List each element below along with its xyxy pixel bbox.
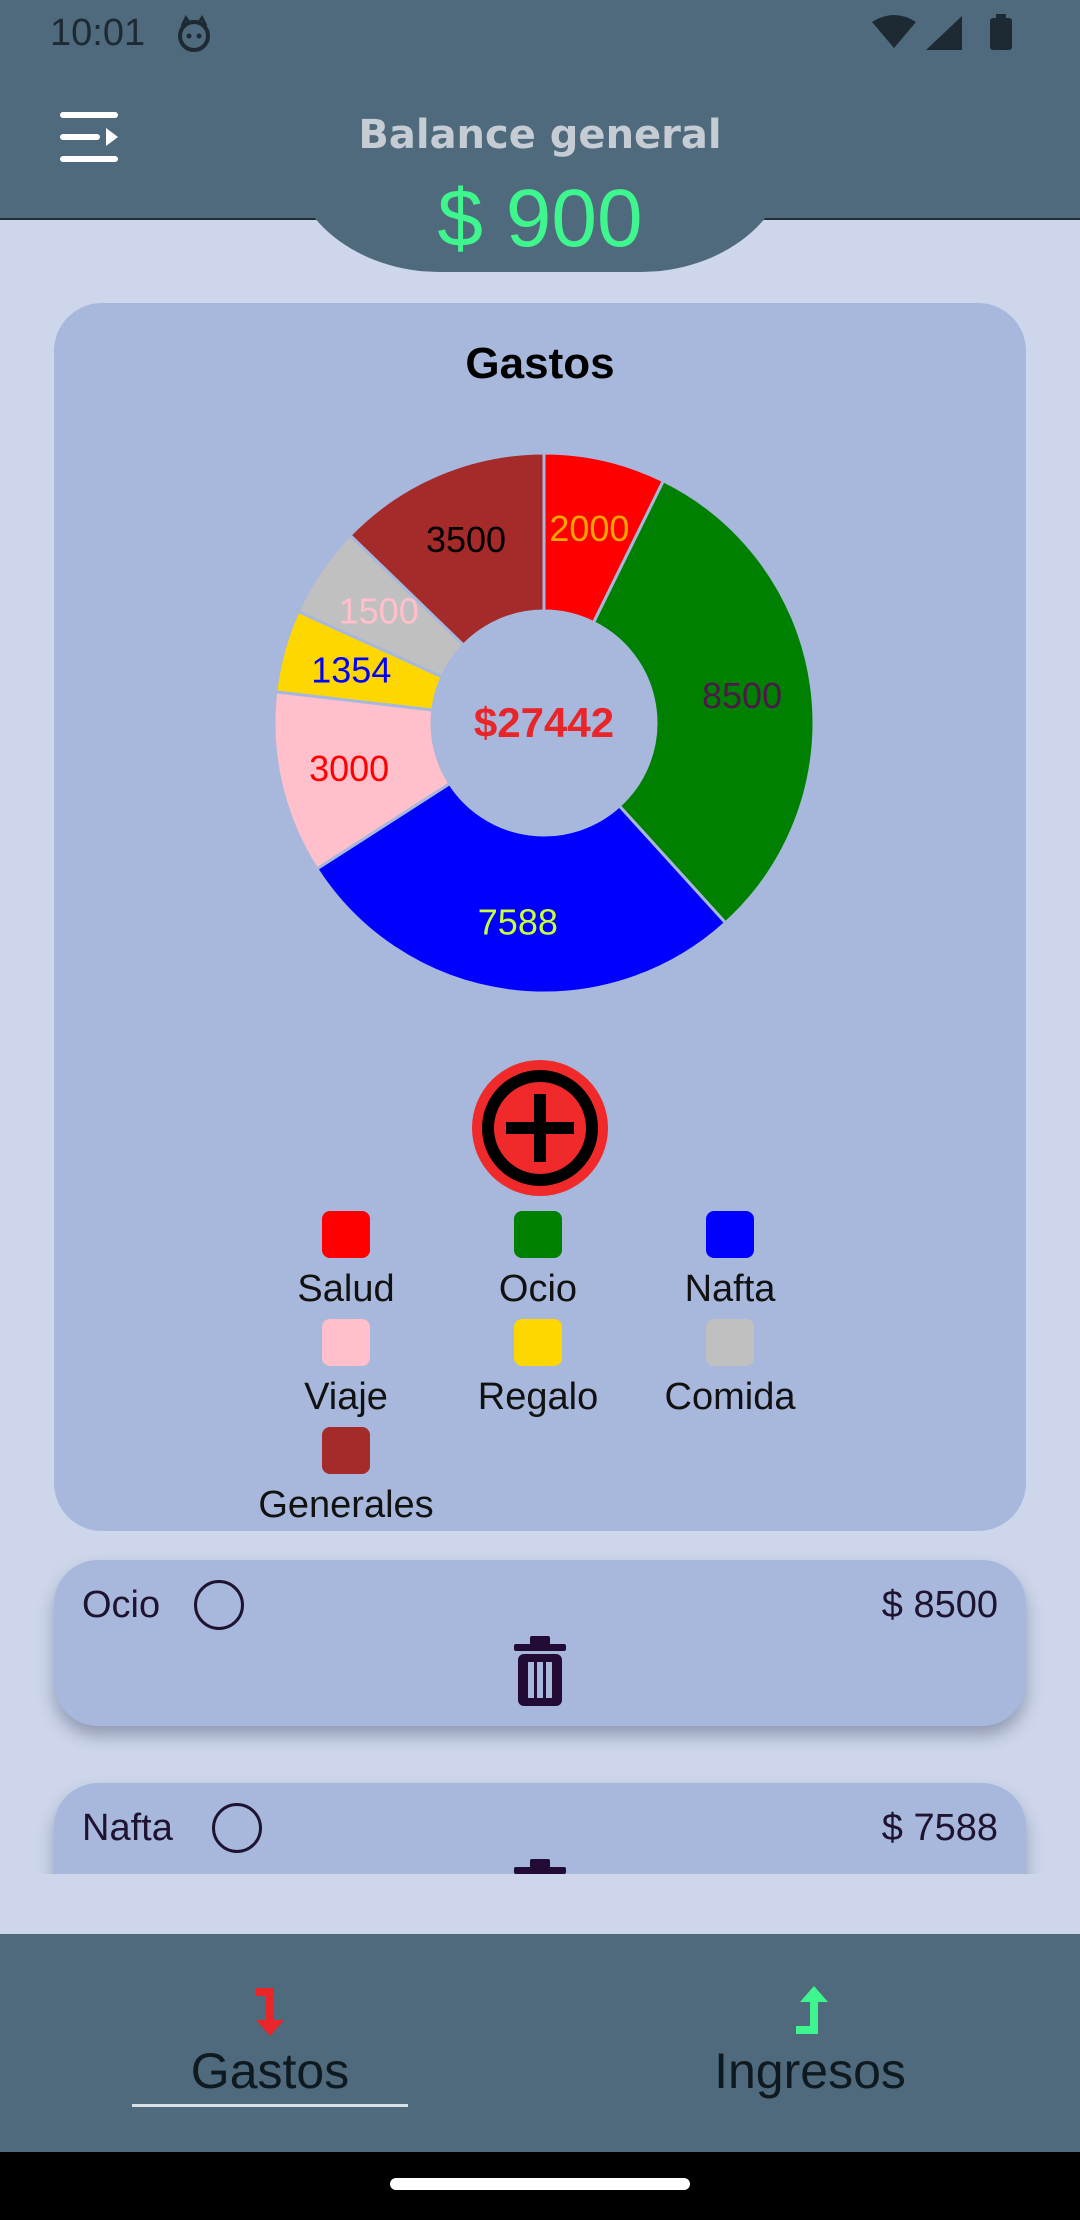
legend-item: Viaje [250, 1319, 442, 1419]
expense-amount: $ 8500 [881, 1584, 998, 1626]
slice-value-label: 2000 [549, 508, 629, 549]
slice-value-label: 3500 [426, 519, 506, 560]
expense-row[interactable]: Nafta $ 7588 [54, 1783, 1026, 1874]
legend-item: Generales [250, 1427, 442, 1527]
legend-item: Regalo [442, 1319, 634, 1419]
card-title: Gastos [465, 339, 615, 388]
expenses-donut-chart[interactable]: 2000 8500 7588 3000 1354 15003500 $27442 [264, 443, 824, 1003]
delete-icon[interactable] [510, 1859, 570, 1874]
arrow-up-icon [796, 1986, 828, 2034]
tab-gastos-label: Gastos [190, 2043, 350, 2099]
legend-swatch [706, 1211, 754, 1258]
legend-swatch [514, 1319, 562, 1366]
tab-gastos[interactable]: Gastos [0, 1934, 540, 2152]
system-status-icons [872, 14, 1012, 50]
legend-label: Viaje [304, 1376, 388, 1418]
legend-swatch [706, 1319, 754, 1366]
slice-value-label: 7588 [478, 901, 558, 942]
gesture-bar [0, 2152, 1080, 2220]
expense-list: Ocio $ 8500 Nafta $ 7588 [0, 1540, 1080, 1874]
legend-swatch [322, 1319, 370, 1366]
arrow-down-icon [256, 1988, 284, 2036]
legend-swatch [322, 1427, 370, 1474]
slice-value-label: 3000 [309, 748, 389, 789]
expense-radio[interactable] [194, 1580, 244, 1630]
expenses-card: Gastos 2000 8500 7588 3000 1354 1500 3500 $2744… [54, 303, 1026, 1531]
legend-label: Comida [664, 1376, 796, 1418]
legend-item: Salud [250, 1211, 442, 1311]
expense-row[interactable]: Ocio $ 8500 [54, 1560, 1026, 1726]
legend-item: Ocio [442, 1211, 634, 1311]
expense-category: Ocio [82, 1584, 161, 1626]
chart-legend: Salud Ocio Nafta Viaje Regalo Comida Generales [250, 1211, 850, 1527]
wifi-icon [872, 15, 916, 48]
legend-label: Regalo [477, 1376, 599, 1418]
tab-ingresos-label: Ingresos [714, 2043, 906, 2099]
legend-label: Salud [297, 1268, 395, 1310]
legend-item: Nafta [634, 1211, 826, 1311]
status-time: 10:01 [50, 12, 146, 54]
tab-selected-indicator [132, 2104, 408, 2107]
expense-radio[interactable] [212, 1803, 262, 1853]
expense-amount: $ 7588 [881, 1807, 998, 1849]
slice-value-label: 1354 [311, 649, 391, 690]
balance-label: Balance general [358, 112, 722, 158]
signal-icon [926, 16, 962, 50]
slice-value-label: 1500 [339, 590, 419, 631]
legend-item: Comida [634, 1319, 826, 1419]
slice-value-label: 8500 [702, 675, 782, 716]
chart-total-label: $27442 [474, 699, 614, 746]
delete-icon[interactable] [510, 1636, 570, 1708]
legend-swatch [514, 1211, 562, 1258]
add-expense-button[interactable] [470, 1058, 610, 1198]
tab-ingresos[interactable]: Ingresos [540, 1934, 1080, 2152]
battery-icon [990, 18, 1012, 50]
home-indicator[interactable] [390, 2178, 690, 2190]
balance-value: $ 900 [437, 173, 643, 264]
notification-cat-icon [178, 15, 210, 52]
legend-label: Generales [258, 1484, 434, 1526]
status-bar: 10:01 [0, 0, 1080, 68]
legend-label: Nafta [684, 1268, 776, 1310]
legend-swatch [322, 1211, 370, 1258]
legend-label: Ocio [498, 1268, 578, 1310]
bottom-navigation: Gastos Ingresos [0, 1934, 1080, 2152]
expense-category: Nafta [82, 1807, 173, 1849]
